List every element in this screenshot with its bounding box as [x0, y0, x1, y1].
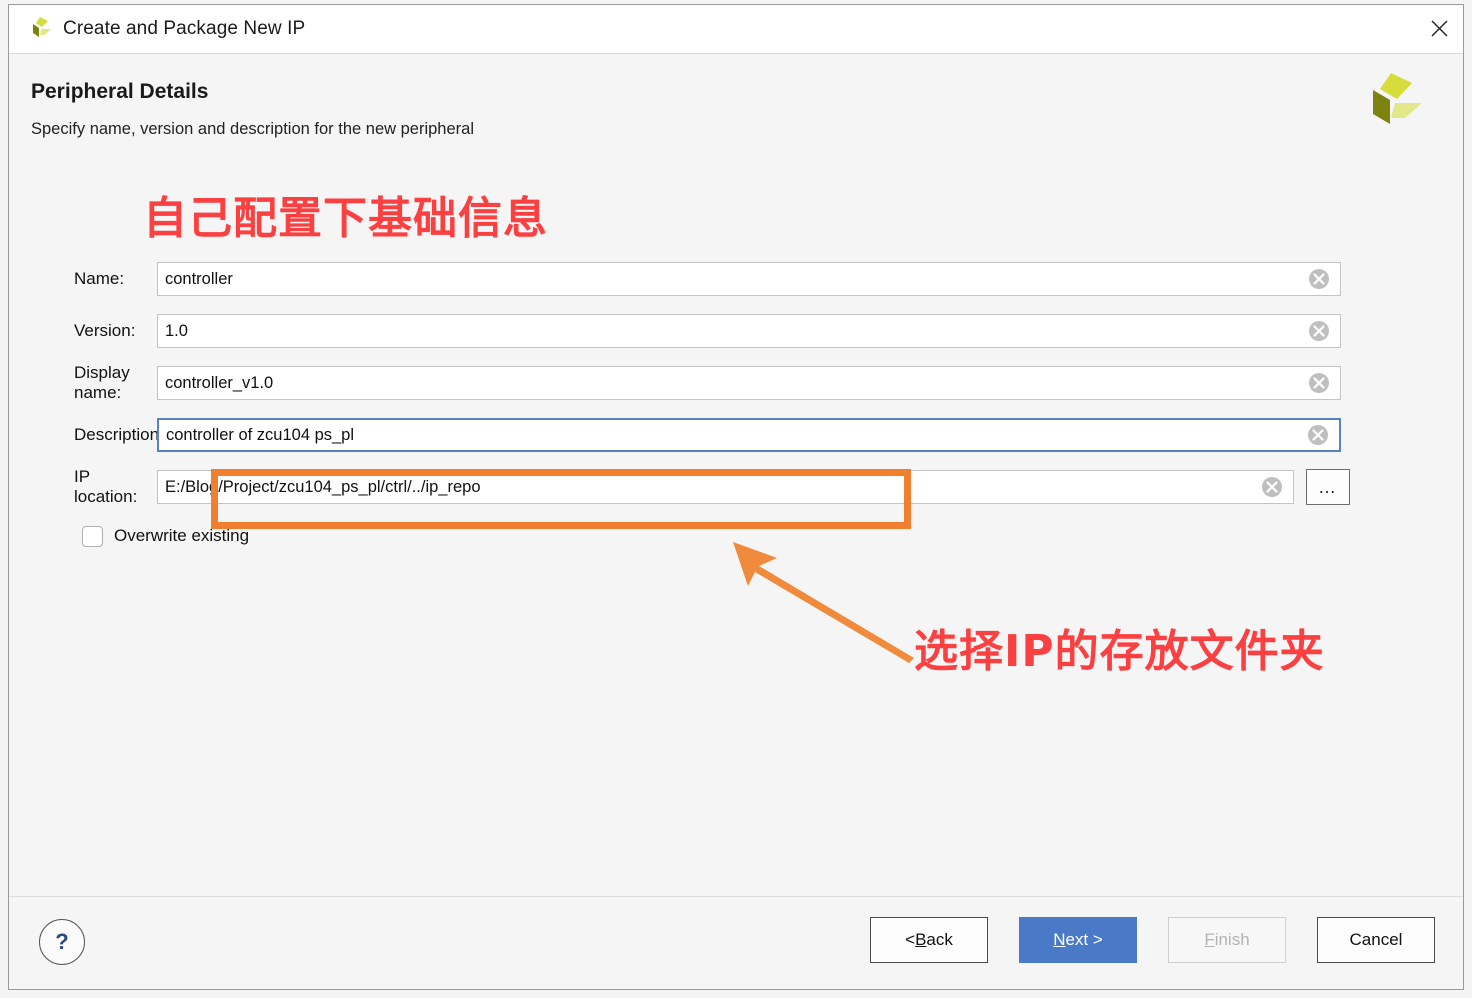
- overwrite-existing-row: Overwrite existing: [9, 513, 1463, 559]
- name-label: Name:: [74, 269, 125, 288]
- next-suffix: ext >: [1065, 930, 1103, 949]
- back-prefix: <: [905, 930, 916, 949]
- version-label: Version:: [74, 321, 136, 340]
- ellipsis-icon: …: [1318, 476, 1338, 497]
- cancel-label: Cancel: [1349, 930, 1403, 949]
- clear-circle-icon[interactable]: [1308, 268, 1330, 290]
- page-header: Peripheral Details Specify name, version…: [9, 54, 1463, 150]
- finish-suffix: inish: [1214, 930, 1250, 949]
- dialog-footer: ? < Back Next > Finish Cancel: [9, 896, 1463, 989]
- next-button[interactable]: Next >: [1019, 917, 1137, 963]
- description-label: Description:: [74, 425, 164, 444]
- form-row-ip-location: IP location: …: [9, 461, 1463, 513]
- back-accel: B: [915, 930, 927, 949]
- ip-location-input[interactable]: [158, 471, 1293, 503]
- footer-buttons: < Back Next > Finish Cancel: [870, 917, 1435, 963]
- version-field[interactable]: [157, 314, 1341, 348]
- description-field[interactable]: [157, 418, 1341, 452]
- page-subtitle: Specify name, version and description fo…: [31, 120, 474, 138]
- name-input[interactable]: [158, 263, 1340, 295]
- display-name-field[interactable]: [157, 366, 1341, 400]
- window-title: Create and Package New IP: [63, 18, 306, 39]
- version-input[interactable]: [158, 315, 1340, 347]
- form-row-version: Version:: [9, 305, 1463, 357]
- display-name-input[interactable]: [158, 367, 1340, 399]
- finish-button: Finish: [1168, 917, 1286, 963]
- vivado-logo-icon: [27, 16, 53, 42]
- browse-ellipsis-button[interactable]: …: [1306, 469, 1350, 505]
- clear-circle-icon[interactable]: [1308, 320, 1330, 342]
- description-input[interactable]: [159, 420, 1339, 450]
- overwrite-existing-checkbox[interactable]: [82, 525, 103, 547]
- back-button[interactable]: < Back: [870, 917, 988, 963]
- next-accel: N: [1053, 930, 1066, 949]
- clear-circle-icon[interactable]: [1307, 424, 1329, 446]
- page-title: Peripheral Details: [31, 80, 209, 103]
- annotation-top-text: 自己配置下基础信息: [143, 193, 548, 244]
- finish-accel: F: [1204, 930, 1215, 949]
- create-package-new-ip-dialog: Create and Package New IP Peripheral Det…: [8, 4, 1464, 990]
- overwrite-existing-label: Overwrite existing: [114, 526, 250, 545]
- close-icon[interactable]: [1415, 5, 1463, 52]
- form-row-description: Description:: [9, 409, 1463, 461]
- peripheral-details-form: Name: Version: Display name:: [9, 253, 1463, 559]
- name-field[interactable]: [157, 262, 1341, 296]
- display-name-label: Display name:: [74, 363, 130, 402]
- ip-location-field[interactable]: [157, 470, 1294, 504]
- help-button[interactable]: ?: [39, 919, 85, 965]
- vivado-brand-logo-icon: [1359, 72, 1423, 130]
- clear-circle-icon[interactable]: [1308, 372, 1330, 394]
- ip-location-label: IP location:: [74, 467, 138, 506]
- back-suffix: ack: [926, 930, 953, 949]
- clear-circle-icon[interactable]: [1261, 476, 1283, 498]
- form-row-name: Name:: [9, 253, 1463, 305]
- annotation-bottom-text: 选择IP的存放文件夹: [914, 626, 1325, 677]
- question-mark-icon: ?: [55, 929, 69, 954]
- title-bar: Create and Package New IP: [9, 5, 1463, 54]
- form-row-display-name: Display name:: [9, 357, 1463, 409]
- cancel-button[interactable]: Cancel: [1317, 917, 1435, 963]
